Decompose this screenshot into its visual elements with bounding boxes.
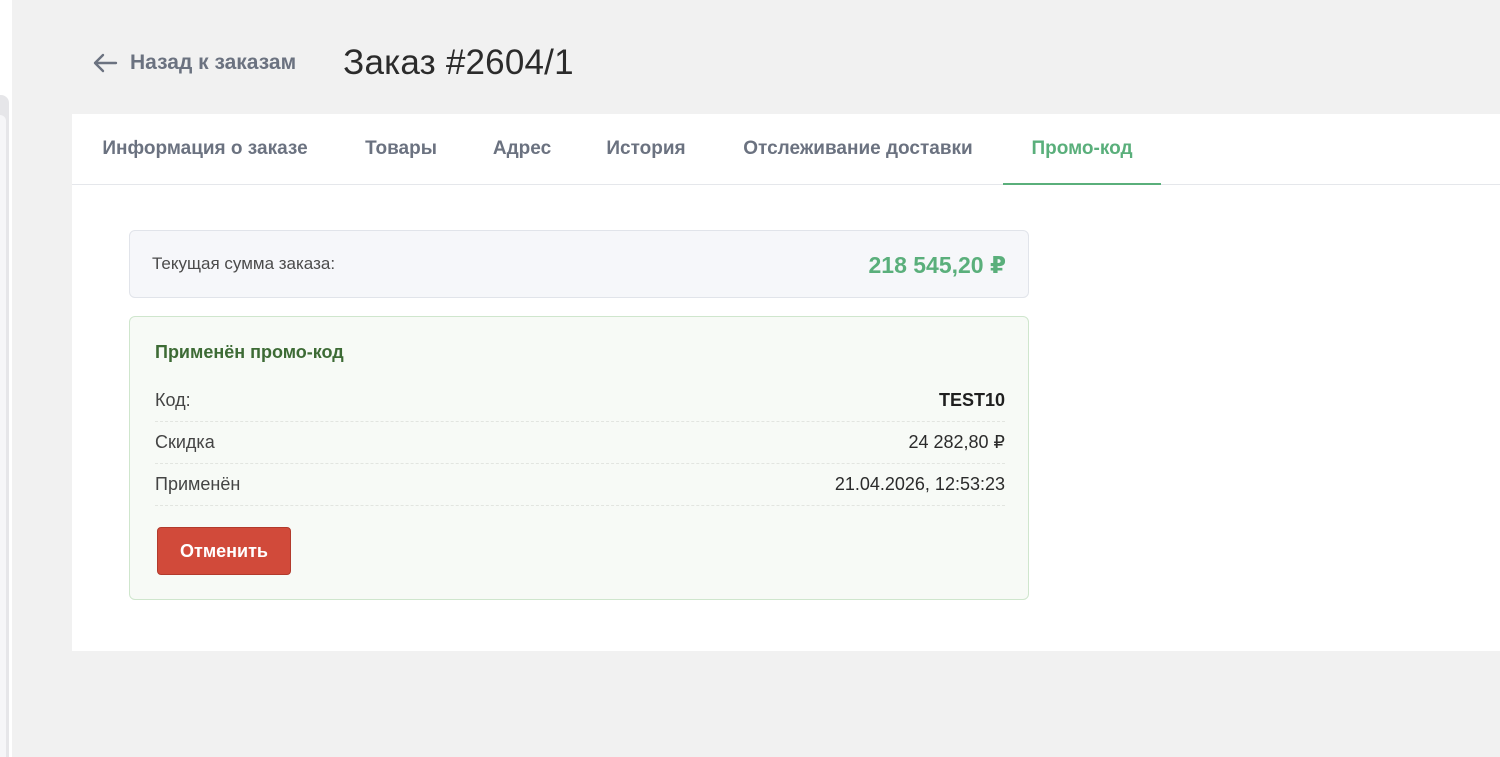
page-header: Назад к заказам Заказ #2604/1: [92, 38, 574, 88]
order-tabs: Информация о заказе Товары Адрес История…: [72, 114, 1500, 185]
tab-products[interactable]: Товары: [364, 114, 438, 184]
promo-discount-label: Скидка: [155, 432, 215, 452]
promo-applied-label: Применён: [155, 474, 241, 494]
left-panel-inner: [0, 115, 6, 757]
tab-address[interactable]: Адрес: [491, 114, 553, 184]
active-tab-indicator: [1003, 183, 1161, 185]
order-sum-value: 218 545,20 ₽: [868, 252, 1006, 278]
order-sum-panel: Текущая сумма заказа: 218 545,20 ₽: [129, 230, 1029, 298]
applied-promo-panel: Применён промо-код Код: TEST10 Скидка 24…: [129, 316, 1029, 600]
promo-discount-value: 24 282,80 ₽: [908, 432, 1005, 452]
tab-promo-code[interactable]: Промо-код: [1003, 114, 1161, 184]
cancel-promo-button[interactable]: Отменить: [157, 527, 291, 575]
back-to-orders-link[interactable]: Назад к заказам: [92, 51, 296, 75]
promo-code-label: Код:: [155, 390, 191, 410]
tab-delivery-tracking[interactable]: Отслеживание доставки: [740, 114, 976, 184]
arrow-left-icon: [93, 53, 118, 73]
order-sum-label: Текущая сумма заказа:: [152, 254, 336, 273]
back-link-label: Назад к заказам: [130, 51, 297, 74]
promo-row-code: Код: TEST10: [155, 379, 1005, 422]
tab-order-info[interactable]: Информация о заказе: [99, 114, 311, 184]
tab-history[interactable]: История: [605, 114, 687, 184]
left-side-strip: [0, 0, 12, 757]
page-title: Заказ #2604/1: [343, 43, 574, 82]
promo-row-applied: Применён 21.04.2026, 12:53:23: [155, 463, 1005, 506]
order-card: Информация о заказе Товары Адрес История…: [72, 114, 1500, 651]
promo-applied-value: 21.04.2026, 12:53:23: [834, 474, 1005, 494]
promo-panel-title: Применён промо-код: [155, 342, 344, 362]
promo-row-discount: Скидка 24 282,80 ₽: [155, 421, 1005, 464]
promo-code-value: TEST10: [938, 390, 1005, 410]
